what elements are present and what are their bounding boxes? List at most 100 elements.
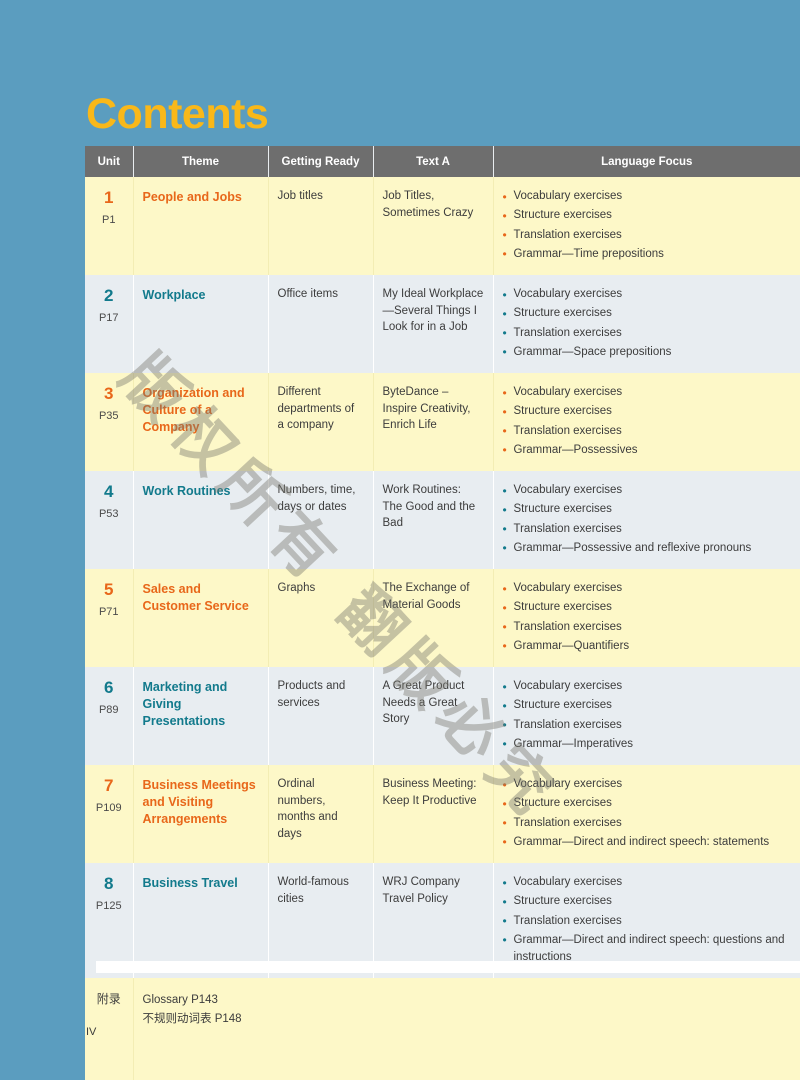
list-item: Grammar—Possessive and reflexive pronoun…: [503, 539, 792, 557]
list-item: Vocabulary exercises: [503, 481, 792, 499]
cell-text-a: Work Routines: The Good and the Bad: [373, 471, 494, 569]
cell-unit: 2 P17: [85, 275, 134, 373]
appendix-content: Glossary P143 不规则动词表 P148: [133, 978, 800, 1080]
cell-unit: 7 P109: [85, 765, 134, 863]
cell-unit: 5 P71: [85, 569, 134, 667]
language-focus-list: Vocabulary exercises Structure exercisesT…: [503, 187, 792, 263]
list-item: Structure exercises: [503, 599, 792, 617]
bottom-white-strip: [96, 961, 800, 973]
list-item: Vocabulary exercises: [503, 579, 792, 597]
list-item: Grammar—Possessives: [503, 441, 792, 459]
table-row: 3 P35 Organization and Culture of a Compan…: [85, 373, 800, 471]
cell-unit: 4 P53: [85, 471, 134, 569]
contents-page: Contents Unit Theme Getting Ready Text A…: [0, 0, 800, 1080]
list-item: Structure exercises: [503, 403, 792, 421]
table-row-appendix: 附录 Glossary P143 不规则动词表 P148: [85, 978, 800, 1080]
cell-text-a: A Great Product Needs a Great Story: [373, 667, 494, 765]
unit-page-reference: P1: [102, 213, 116, 226]
list-item: Grammar—Quantifiers: [503, 637, 792, 655]
column-header-unit: Unit: [85, 146, 134, 177]
language-focus-list: Vocabulary exercises Structure exercisesT…: [503, 383, 792, 459]
unit-page-reference: P109: [95, 801, 122, 814]
page-title: Contents: [86, 89, 269, 138]
cell-language-focus: Vocabulary exercises Structure exercisesT…: [493, 569, 800, 667]
cell-getting-ready: Ordinal numbers, months and days: [268, 765, 374, 863]
cell-theme: Sales and Customer Service: [133, 569, 269, 667]
list-item: Translation exercises: [503, 422, 792, 440]
cell-getting-ready: Job titles: [268, 177, 374, 275]
list-item: Translation exercises: [503, 520, 792, 538]
unit-page-reference: P35: [98, 409, 119, 422]
list-item: Translation exercises: [503, 324, 792, 342]
list-item: Vocabulary exercises: [503, 775, 792, 793]
cell-theme: Organization and Culture of a Company: [133, 373, 269, 471]
table-row: 7 P109 Business Meetings and Visiting Arra…: [85, 765, 800, 863]
cell-language-focus: Vocabulary exercises Structure exercisesT…: [493, 373, 800, 471]
list-item: Grammar—Space prepositions: [503, 343, 792, 361]
language-focus-list: Vocabulary exercises Structure exercisesT…: [503, 677, 792, 753]
table-header-row: Unit Theme Getting Ready Text A Language…: [85, 146, 800, 177]
list-item: Structure exercises: [503, 501, 792, 519]
cell-language-focus: Vocabulary exercises Structure exercisesT…: [493, 765, 800, 863]
list-item: Translation exercises: [503, 912, 792, 930]
cell-language-focus: Vocabulary exercises Structure exercisesT…: [493, 177, 800, 275]
unit-number: 6: [104, 678, 114, 697]
cell-getting-ready: Office items: [268, 275, 374, 373]
cell-theme: Business Meetings and Visiting Arrangeme…: [133, 765, 269, 863]
language-focus-list: Vocabulary exercises Structure exercisesT…: [503, 579, 792, 655]
appendix-line: Glossary P143: [142, 994, 218, 1007]
list-item: Structure exercises: [503, 207, 792, 225]
cell-theme: People and Jobs: [133, 177, 269, 275]
cell-getting-ready: Numbers, time, days or dates: [268, 471, 374, 569]
unit-number: 1: [104, 188, 114, 207]
unit-number: 4: [104, 482, 114, 501]
unit-page-reference: P17: [98, 311, 119, 324]
unit-number: 8: [104, 874, 114, 893]
table-header: Unit Theme Getting Ready Text A Language…: [85, 146, 800, 177]
language-focus-list: Vocabulary exercises Structure exercisesT…: [503, 285, 792, 361]
cell-theme: Work Routines: [133, 471, 269, 569]
cell-text-a: Job Titles, Sometimes Crazy: [373, 177, 494, 275]
table-row: 6 P89 Marketing and Giving Presentations Pr…: [85, 667, 800, 765]
unit-number: 2: [104, 286, 114, 305]
table-row: 2 P17 Workplace Office items My Ideal Workpl…: [85, 275, 800, 373]
cell-getting-ready: Graphs: [268, 569, 374, 667]
language-focus-list: Vocabulary exercises Structure exercisesT…: [503, 873, 792, 966]
list-item: Vocabulary exercises: [503, 187, 792, 205]
column-header-language-focus: Language Focus: [493, 146, 800, 177]
unit-number: 7: [104, 776, 114, 795]
list-item: Translation exercises: [503, 814, 792, 832]
cell-unit: 1 P1: [85, 177, 134, 275]
list-item: Structure exercises: [503, 697, 792, 715]
appendix-spacer: [143, 1028, 792, 1070]
table-row: 4 P53 Work Routines Numbers, time, days or …: [85, 471, 800, 569]
list-item: Grammar—Imperatives: [503, 735, 792, 753]
unit-page-reference: P89: [98, 703, 119, 716]
list-item: Translation exercises: [503, 716, 792, 734]
unit-page-reference: P53: [98, 507, 119, 520]
cell-theme: Workplace: [133, 275, 269, 373]
list-item: Translation exercises: [503, 618, 792, 636]
list-item: Structure exercises: [503, 305, 792, 323]
unit-page-reference: P125: [95, 899, 122, 912]
list-item: Translation exercises: [503, 226, 792, 244]
table-body: 1 P1 People and Jobs Job titles Job Titles, …: [85, 177, 800, 1080]
cell-unit: 6 P89: [85, 667, 134, 765]
table-row: 5 P71 Sales and Customer Service Graphs The …: [85, 569, 800, 667]
unit-number: 5: [104, 580, 114, 599]
column-header-getting-ready: Getting Ready: [268, 146, 374, 177]
cell-text-a: My Ideal Workplace—Several Things I Look…: [373, 275, 494, 373]
column-header-theme: Theme: [133, 146, 269, 177]
table-of-contents: Unit Theme Getting Ready Text A Language…: [85, 146, 800, 1080]
cell-unit: 3 P35: [85, 373, 134, 471]
list-item: Vocabulary exercises: [503, 383, 792, 401]
cell-text-a: ByteDance – Inspire Creativity, Enrich L…: [373, 373, 494, 471]
list-item: Vocabulary exercises: [503, 677, 792, 695]
language-focus-list: Vocabulary exercises Structure exercisesT…: [503, 775, 792, 851]
cell-theme: Marketing and Giving Presentations: [133, 667, 269, 765]
list-item: Grammar—Time prepositions: [503, 245, 792, 263]
cell-language-focus: Vocabulary exercises Structure exercisesT…: [493, 667, 800, 765]
table-row: 1 P1 People and Jobs Job titles Job Titles, …: [85, 177, 800, 275]
list-item: Vocabulary exercises: [503, 873, 792, 891]
unit-number: 3: [104, 384, 114, 403]
